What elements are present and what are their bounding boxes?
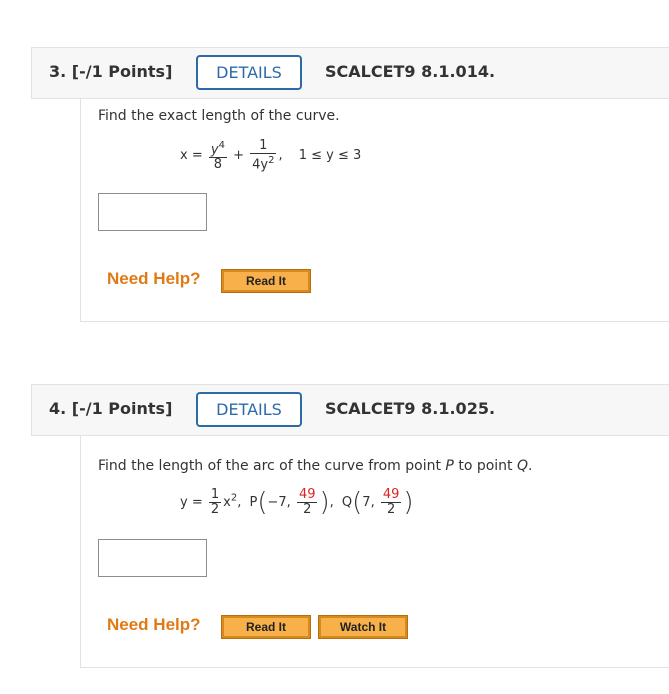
frac-num: y [210, 142, 219, 158]
range: 1 ≤ y ≤ 3 [298, 148, 362, 164]
question-points: [-/1 Points] [71, 62, 173, 81]
need-help-label: Need Help? [107, 269, 201, 288]
frac-num: 49 [298, 487, 316, 502]
question-4-title: 4. [-/1 Points] [49, 399, 172, 418]
equation: x = y4 8 + 1 4y2 , 1 ≤ y ≤ 3 [180, 139, 361, 172]
frac-num: 1 [259, 138, 268, 153]
watch-it-button[interactable]: Watch It [318, 615, 408, 639]
question-number: 3. [49, 62, 67, 81]
point-p-label: P [445, 458, 454, 474]
paren-open: ( [352, 487, 363, 518]
question-4-body: Find the length of the arc of the curve … [80, 436, 669, 668]
plus-sign: + [233, 148, 244, 164]
question-3-header: 3. [-/1 Points] DETAILS SCALCET9 8.1.014… [31, 47, 669, 99]
comma: , [278, 148, 283, 164]
answer-input[interactable] [98, 539, 207, 577]
question-3-body: Find the exact length of the curve. x = … [80, 99, 669, 322]
point-p-x: −7, [267, 495, 291, 510]
frac-num: 1 [210, 487, 220, 502]
details-button[interactable]: DETAILS [196, 55, 302, 90]
answer-input[interactable] [98, 193, 207, 231]
frac-den: 2 [380, 502, 402, 517]
paren-close: ) [319, 487, 330, 518]
frac-den: 8 [208, 157, 227, 172]
frac-den: 2 [208, 502, 222, 517]
question-4-header: 4. [-/1 Points] DETAILS SCALCET9 8.1.025… [31, 384, 669, 436]
fraction: 1 4y2 [250, 138, 277, 173]
need-help-label: Need Help? [107, 615, 201, 634]
point-q-x: 7, [362, 495, 375, 510]
fraction: 49 2 [296, 487, 318, 517]
question-prompt: Find the exact length of the curve. [98, 108, 340, 124]
question-points: [-/1 Points] [71, 399, 173, 418]
question-code: SCALCET9 8.1.014. [325, 62, 496, 81]
prompt-text: to point [453, 458, 517, 474]
equation: y = 1 2 x2, P(−7, 49 2 ), Q(7, 49 2 ) [180, 487, 414, 518]
fraction: y4 8 [208, 139, 227, 172]
question-prompt: Find the length of the arc of the curve … [98, 458, 532, 474]
point-q-label: Q [516, 458, 529, 474]
read-it-button[interactable]: Read It [221, 615, 311, 639]
paren-close: ) [403, 487, 414, 518]
equation-lhs: y = [180, 495, 203, 510]
question-3-title: 3. [-/1 Points] [49, 62, 172, 81]
fraction: 49 2 [380, 487, 402, 517]
prompt-text: Find the length of the arc of the curve … [98, 458, 446, 474]
exponent: 2 [268, 155, 275, 166]
exponent: 4 [218, 140, 225, 151]
paren-open: ( [257, 487, 268, 518]
frac-den: 2 [296, 502, 318, 517]
point-q: Q [341, 495, 353, 510]
prompt-text: . [528, 458, 533, 474]
read-it-button[interactable]: Read It [221, 269, 311, 293]
equation-lhs: x = [180, 148, 203, 164]
frac-den: 4y [252, 157, 269, 173]
fraction: 1 2 [208, 487, 222, 517]
variable: x [223, 495, 231, 510]
question-number: 4. [49, 399, 67, 418]
question-code: SCALCET9 8.1.025. [325, 399, 496, 418]
frac-num: 49 [382, 487, 400, 502]
comma: , [237, 495, 242, 510]
details-button[interactable]: DETAILS [196, 392, 302, 427]
